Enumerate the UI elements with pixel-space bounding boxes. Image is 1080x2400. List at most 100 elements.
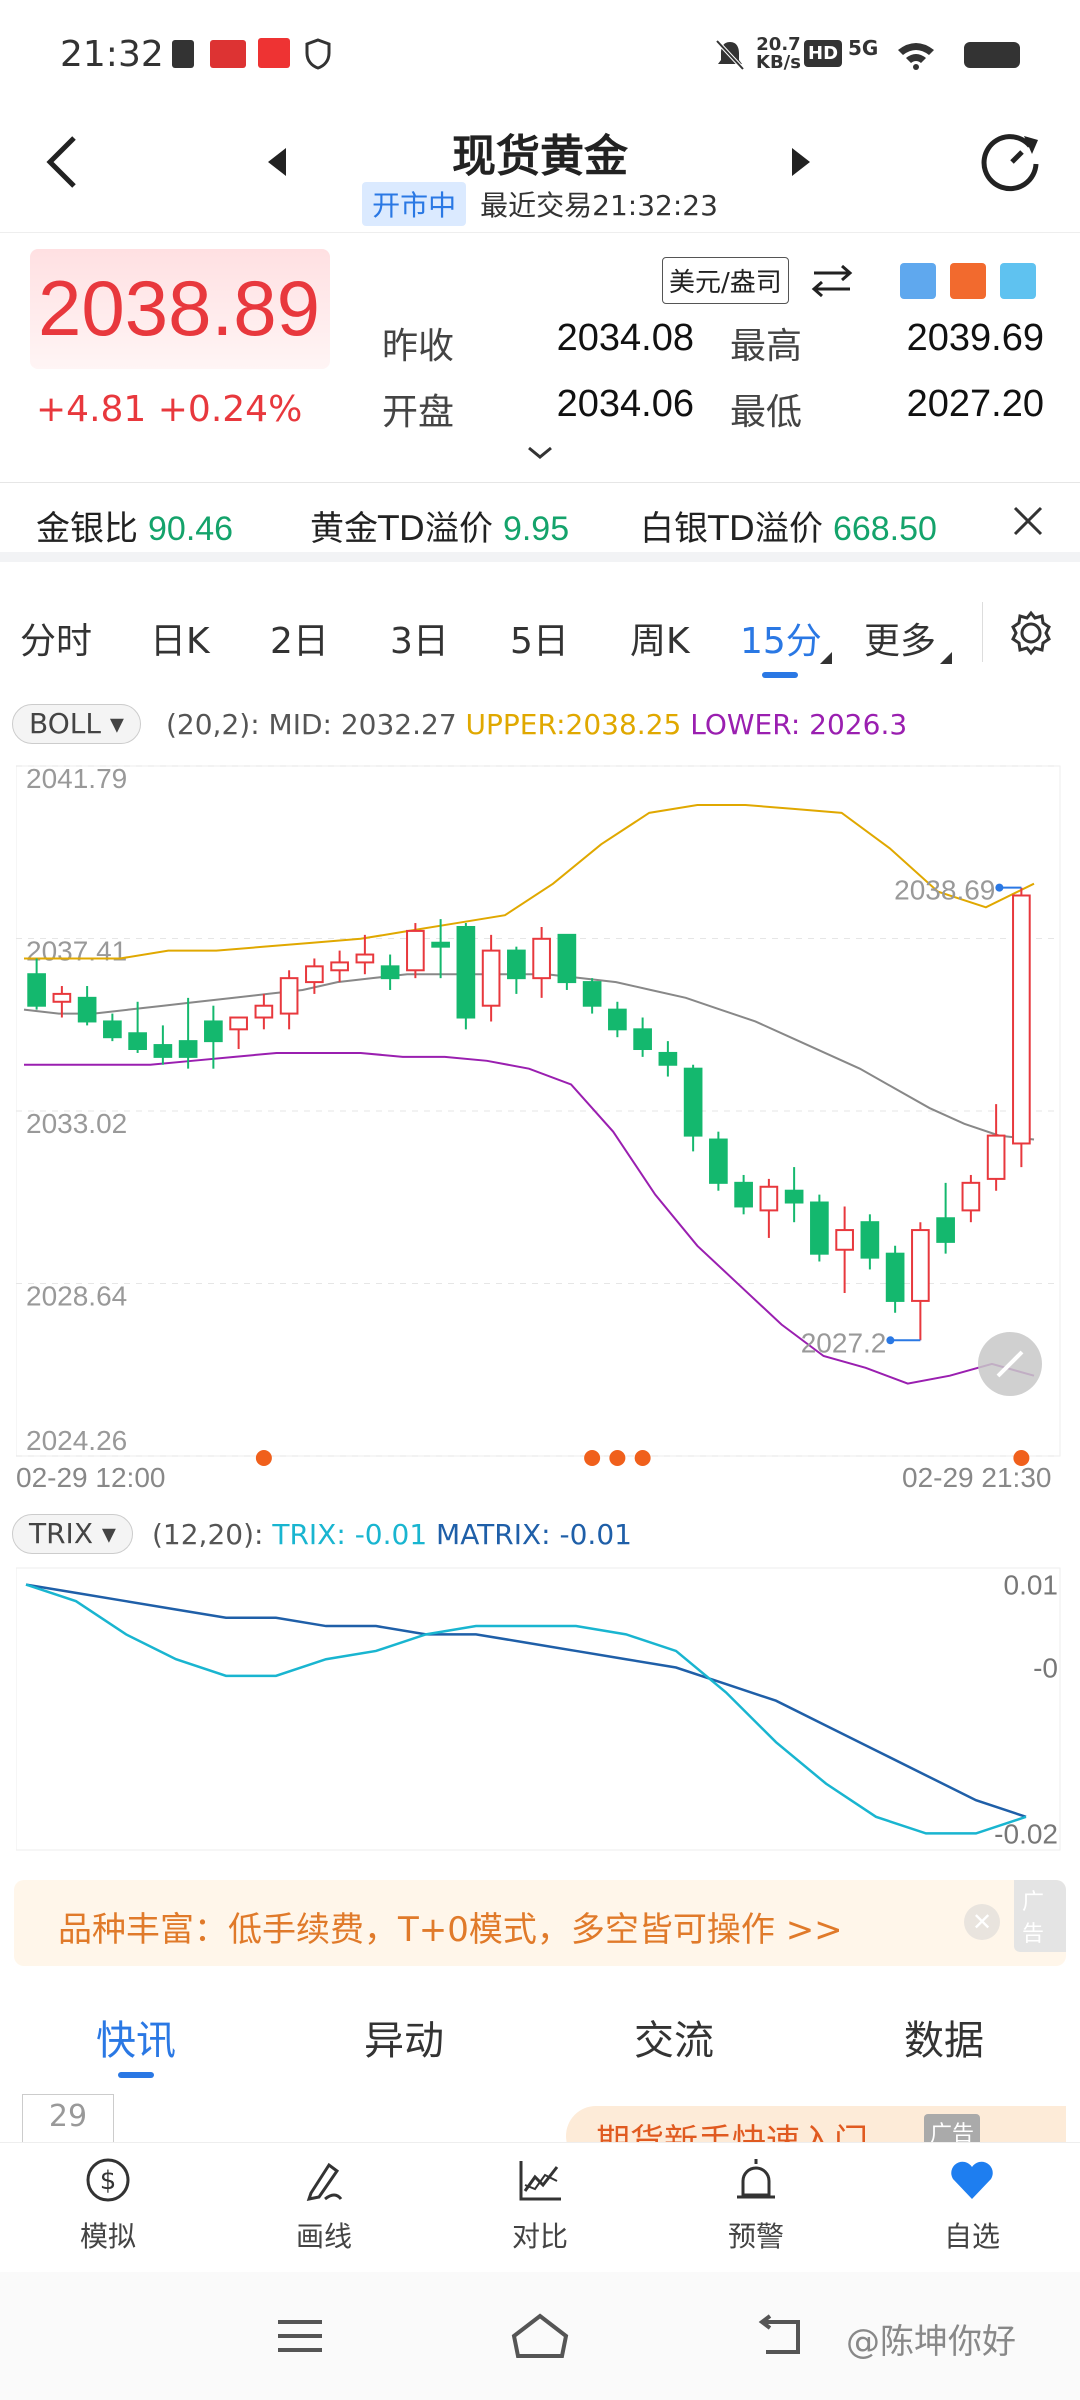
max-marker-dot [995,883,1004,892]
svg-text:$: $ [100,2166,117,2196]
trix-line [25,1583,1027,1835]
tab-15-min[interactable]: 15分 [740,612,822,664]
max-price-label: 2038.69 [894,875,995,906]
fullscreen-expand-icon[interactable] [978,1332,1042,1396]
nav-watchlist[interactable]: 自选 [902,2155,1042,2255]
dropdown-triangle-icon [820,652,832,664]
candle-body [355,953,375,964]
alarm-icon [737,2159,775,2199]
candle-body [683,1067,703,1137]
nav-alert[interactable]: 预警 [686,2155,826,2255]
tab-5-day[interactable]: 5日 [510,612,569,664]
tab-flash-news[interactable]: 快讯 [36,2008,236,2066]
tab-2-day[interactable]: 2日 [270,612,329,664]
swap-icon[interactable] [810,263,854,299]
open-label: 开盘 [382,392,455,433]
page-header: 现货黄金 开市中 最近交易21:32:23 [0,110,1080,230]
candle-body [229,1016,248,1031]
candle-body [734,1181,753,1208]
menu-icon[interactable] [276,2316,324,2356]
hd-icon: HD [804,40,843,67]
tab-more[interactable]: 更多 [864,612,936,664]
y-tick-label: 2033.02 [26,1108,127,1139]
status-bar: 21:32 20.7 KB/s HD 5G [0,0,1080,110]
page-title: 现货黄金 [452,131,628,182]
pen-icon [306,2162,343,2201]
candle-body [658,1051,678,1066]
back-icon[interactable] [756,2314,804,2358]
tab-daily-k[interactable]: 日K [150,612,210,664]
boll-upper-line [24,803,1035,960]
open-value: 2034.06 [556,383,694,425]
expand-chevron-icon[interactable] [526,445,554,461]
trix-indicator-selector[interactable]: TRIX ▾ [12,1514,133,1554]
boll-indicator-selector[interactable]: BOLL ▾ [12,704,141,744]
candle-body [810,1201,829,1255]
unit-selector[interactable]: 美元/盎司 [662,257,789,304]
watermark-text: @陈坤你好 [846,2322,1016,2362]
nav-draw[interactable]: 画线 [254,2155,394,2255]
high-label: 最高 [730,326,803,367]
candle-body [885,1252,905,1302]
candle-body [936,1217,955,1243]
ad-banner[interactable]: 品种丰富：低手续费，T+0模式，多空皆可操作 >> ✕ 广告 [14,1880,1066,1966]
signal-5g-icon: 5G [848,36,879,60]
gold-silver-label: 金银比 [36,509,138,549]
shield-icon [305,38,331,70]
promo-tag: 广告 [924,2114,981,2142]
status-time: 21:32 [60,34,164,75]
battery-icon [964,42,1020,68]
market-open-badge: 开市中 [362,182,467,226]
candle-body [557,933,577,984]
candle-body [204,1020,223,1043]
candle-body [330,961,349,972]
mute-bell-icon [715,39,745,71]
nav-simulate[interactable]: $ 模拟 [38,2155,178,2255]
pie-chart-icon[interactable] [1000,263,1036,299]
calculator-icon[interactable] [900,263,936,299]
tab-data[interactable]: 数据 [844,2008,1044,2066]
event-marker-dot [609,1450,626,1466]
low-value: 2027.20 [906,383,1044,425]
wifi-icon [898,43,934,70]
app-notification-icon-2 [258,38,290,68]
bottom-toolbar: $ 模拟 画线 对比 预警 自选 [0,2142,1080,2272]
trix-y-tick-label: 0.01 [1004,1570,1059,1601]
event-marker-dot [255,1450,272,1466]
promo-banner[interactable]: 期货新手快速入门 广告 [566,2106,1066,2142]
trix-chart[interactable]: 0.01-0-0.02 [16,1564,1064,1854]
candlestick-chart[interactable]: 2041.79 2037.41 2033.02 2028.64 2024.26 2038.… [16,756,1064,1468]
tab-intraday[interactable]: 分时 [20,612,92,664]
trix-value: TRIX: -0.01 [272,1518,428,1551]
ad-close-icon[interactable]: ✕ [964,1904,1000,1940]
candle-body [406,929,425,972]
silver-td-premium: 白银TD溢价 668.50 [640,501,937,550]
boll-mid-value: MID: 2032.27 [268,708,457,741]
tab-movement[interactable]: 异动 [304,2008,504,2066]
next-instrument-icon[interactable] [790,146,812,178]
line-chart-icon [519,2161,561,2201]
close-icon[interactable] [1012,505,1044,537]
y-tick-label: 2024.26 [26,1425,127,1456]
prev-close-value: 2034.08 [556,317,694,359]
candle-body [456,925,476,1019]
refresh-icon[interactable] [980,130,1044,194]
candle-body [507,949,526,980]
promo-banner-text: 期货新手快速入门 [596,2122,868,2142]
matrix-line [25,1583,1027,1819]
tab-discussion[interactable]: 交流 [574,2008,774,2066]
price-change: +4.81 +0.24% [36,389,303,430]
active-tab-underline [762,672,798,678]
home-icon[interactable] [510,2312,570,2360]
candle-body [835,1229,854,1251]
settings-gear-icon[interactable] [1008,610,1054,656]
tab-weekly-k[interactable]: 周K [630,612,690,664]
tab-3-day[interactable]: 3日 [390,612,449,664]
lighthouse-icon[interactable] [950,263,986,299]
candle-body [532,937,551,980]
ratio-bar: 金银比 90.46 黄金TD溢价 9.95 白银TD溢价 668.50 [0,482,1080,562]
candle-body [911,1229,930,1302]
nav-compare[interactable]: 对比 [470,2155,610,2255]
silver-td-label: 白银TD溢价 [640,509,823,549]
trade-status: 开市中 最近交易21:32:23 [0,182,1080,226]
